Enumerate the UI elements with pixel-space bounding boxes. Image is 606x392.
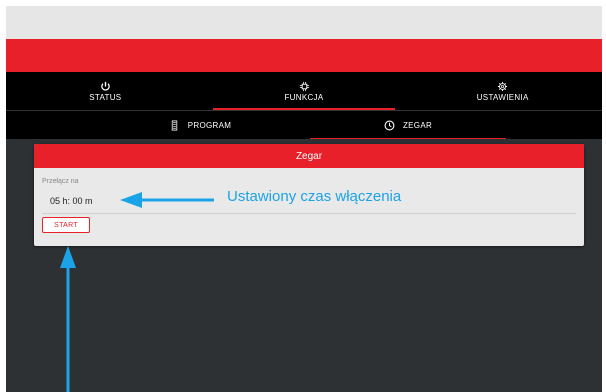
tab-status-label: STATUS (89, 92, 122, 102)
clock-icon (384, 120, 395, 130)
tab-ustawienia-label: USTAWIENIA (476, 92, 529, 102)
tab-status[interactable]: STATUS (6, 72, 205, 110)
start-button[interactable]: START (42, 217, 90, 233)
sub-nav: PROGRAM ZEGAR (6, 111, 602, 139)
field-underline (42, 213, 576, 214)
header-red-bar (6, 39, 602, 72)
annotation-label: Ustawiony czas włączenia (227, 188, 402, 205)
subtab-zegar-label: ZEGAR (402, 120, 433, 130)
card-title: Zegar (34, 144, 584, 168)
switch-to-label: Przełącz na (42, 178, 79, 185)
chip-icon (299, 81, 309, 91)
subtab-zegar[interactable]: ZEGAR (304, 111, 512, 139)
tab-funkcja[interactable]: FUNKCJA (205, 72, 404, 110)
subtab-program[interactable]: PROGRAM (96, 111, 304, 139)
tab-ustawienia[interactable]: USTAWIENIA (403, 72, 602, 110)
time-value-field[interactable]: 05 h: 00 m (50, 196, 93, 206)
program-icon (171, 120, 177, 130)
subtab-program-label: PROGRAM (187, 120, 232, 130)
main-nav: STATUS FUNKCJA USTAWIENIA (6, 72, 602, 110)
power-icon (101, 81, 110, 91)
tab-funkcja-label: FUNKCJA (284, 92, 324, 102)
gear-icon (498, 81, 508, 91)
top-bar (6, 6, 602, 39)
